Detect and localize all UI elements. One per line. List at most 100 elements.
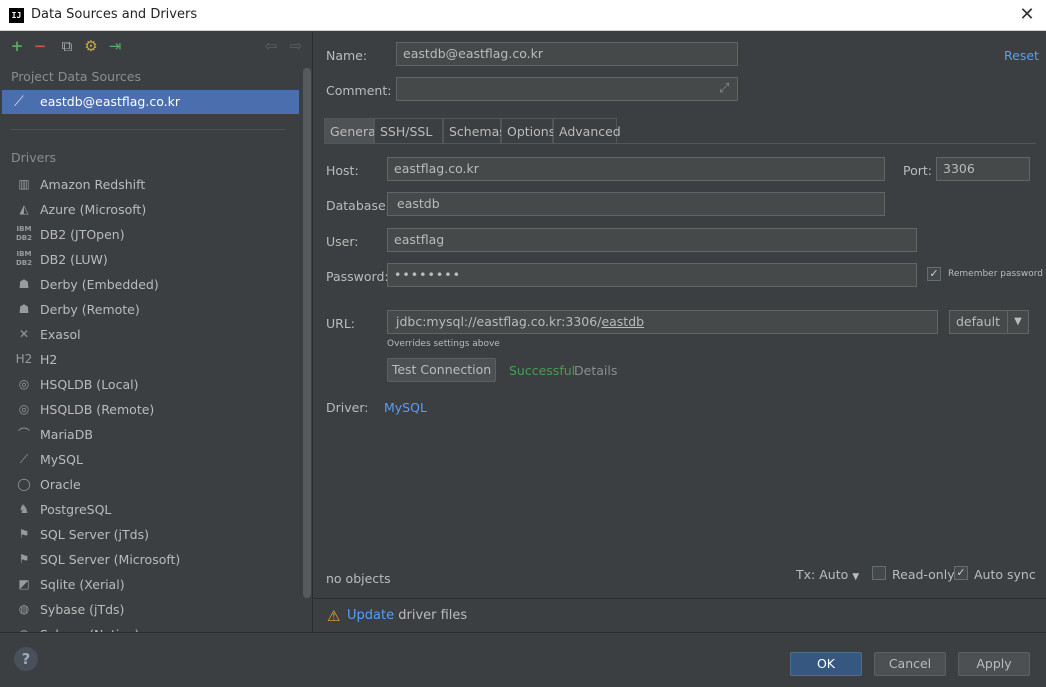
close-icon[interactable]: ✕	[1016, 4, 1038, 26]
url-mode-select[interactable]: default ▼	[949, 310, 1029, 334]
hsqldb-icon: ◎	[18, 402, 30, 416]
driver-item[interactable]: ⌒ MariaDB	[0, 422, 300, 447]
driver-label: Sybase (jTds)	[40, 602, 125, 617]
driver-item[interactable]: ⚑ SQL Server (Microsoft)	[0, 547, 300, 572]
driver-label: Amazon Redshift	[40, 177, 146, 192]
user-field[interactable]: eastflag	[387, 228, 917, 252]
host-field[interactable]: eastflag.co.kr	[387, 157, 885, 181]
driver-label: Driver:	[326, 400, 369, 415]
password-field[interactable]: ••••••••	[387, 263, 917, 287]
driver-label: Derby (Embedded)	[40, 277, 159, 292]
url-database: eastdb	[601, 314, 645, 329]
driver-label: PostgreSQL	[40, 502, 112, 517]
comment-label: Comment:	[326, 83, 392, 98]
dolphin-icon: ⟋	[14, 94, 24, 110]
driver-item[interactable]: ♞ PostgreSQL	[0, 497, 300, 522]
oracle-icon: ◯	[17, 477, 31, 491]
title-bar: IJ Data Sources and Drivers ✕	[0, 0, 1046, 31]
cancel-button[interactable]: Cancel	[874, 652, 946, 676]
back-arrow-icon[interactable]: ⇦	[262, 37, 280, 55]
tab-general[interactable]: General	[324, 118, 379, 144]
read-only-label: Read-only	[892, 567, 955, 582]
database-label: Database:	[326, 198, 390, 213]
forward-arrow-icon[interactable]: ⇨	[287, 37, 305, 55]
driver-label: MySQL	[40, 452, 83, 467]
mariadb-seal-icon: ⌒	[17, 427, 30, 441]
url-label: URL:	[326, 316, 356, 331]
driver-label: MariaDB	[40, 427, 93, 442]
help-icon[interactable]: ?	[14, 647, 38, 671]
tab-ssh-ssl[interactable]: SSH/SSL	[374, 118, 443, 144]
driver-item[interactable]: ☗ Derby (Embedded)	[0, 272, 300, 297]
driver-item[interactable]: ◎ HSQLDB (Remote)	[0, 397, 300, 422]
divider	[11, 129, 285, 130]
expand-icon[interactable]: ⤢	[719, 81, 729, 96]
read-only-checkbox[interactable]	[872, 566, 886, 580]
apply-button[interactable]: Apply	[958, 652, 1030, 676]
scrollbar[interactable]	[303, 68, 311, 598]
db2-icon: IBM DB2	[15, 225, 33, 242]
sybase-icon: ◍	[15, 625, 33, 632]
driver-item[interactable]: H2 H2	[0, 347, 300, 372]
warning-icon: ⚠	[327, 607, 341, 625]
driver-label: SQL Server (Microsoft)	[40, 552, 181, 567]
driver-label: H2	[40, 352, 58, 367]
tab-options[interactable]: Options	[501, 118, 555, 144]
driver-item[interactable]: ✕ Exasol	[0, 322, 300, 347]
remember-password-label: Remember password	[948, 269, 1043, 279]
driver-item[interactable]: ⟋ MySQL	[0, 447, 300, 472]
auto-sync-checkbox[interactable]: ✓	[954, 566, 968, 580]
chevron-down-icon: ▼	[1007, 311, 1028, 333]
tx-mode-label: Tx: Auto	[796, 567, 849, 582]
driver-item[interactable]: ◯ Oracle	[0, 472, 300, 497]
objects-status: no objects	[326, 571, 391, 586]
driver-item[interactable]: IBM DB2 DB2 (LUW)	[0, 247, 300, 272]
comment-field[interactable]	[396, 77, 738, 101]
db2-icon: IBM DB2	[15, 250, 33, 267]
auto-sync-label: Auto sync	[974, 567, 1036, 582]
name-field[interactable]: eastdb@eastflag.co.kr	[396, 42, 738, 66]
test-connection-button[interactable]: Test Connection	[387, 358, 496, 382]
general-tab-content: Host: eastflag.co.kr Port: 3306 Database…	[314, 144, 1046, 564]
tx-mode-dropdown[interactable]: Tx: Auto ▼	[796, 567, 859, 582]
duplicate-icon[interactable]: ⧉	[58, 37, 76, 55]
left-panel: + − ⧉ ⚙ ⇥ ⇦ ⇨ Project Data Sources ⟋ eas…	[0, 32, 313, 632]
driver-link[interactable]: MySQL	[384, 400, 427, 415]
driver-item[interactable]: ▥ Amazon Redshift	[0, 172, 300, 197]
right-panel: Name: eastdb@eastflag.co.kr Reset Commen…	[314, 32, 1046, 632]
details-link[interactable]: Details	[574, 363, 617, 378]
import-icon[interactable]: ⇥	[106, 37, 124, 55]
driver-label: DB2 (JTOpen)	[40, 227, 125, 242]
driver-item[interactable]: ◍Sybase (Native)	[0, 622, 300, 632]
url-mode-value: default	[956, 314, 1000, 329]
tab-schemas[interactable]: Schemas	[443, 118, 506, 144]
left-toolbar: + − ⧉ ⚙ ⇥ ⇦ ⇨	[0, 32, 313, 62]
driver-item[interactable]: ◭ Azure (Microsoft)	[0, 197, 300, 222]
driver-label: Exasol	[40, 327, 81, 342]
driver-item[interactable]: ◎ HSQLDB (Local)	[0, 372, 300, 397]
driver-item[interactable]: IBM DB2 DB2 (JTOpen)	[0, 222, 300, 247]
driver-item[interactable]: ☗ Derby (Remote)	[0, 297, 300, 322]
project-data-sources-heading: Project Data Sources	[11, 69, 142, 84]
intellij-app-icon: IJ	[9, 8, 24, 23]
azure-icon: ◭	[19, 202, 29, 216]
reset-link[interactable]: Reset	[1004, 48, 1039, 63]
sybase-icon: ◍	[18, 602, 30, 616]
driver-settings-icon[interactable]: ⚙	[82, 37, 100, 55]
driver-item[interactable]: ◍ Sybase (jTds)	[0, 597, 300, 622]
driver-item[interactable]: ⚑ SQL Server (jTds)	[0, 522, 300, 547]
tab-advanced[interactable]: Advanced	[553, 118, 621, 144]
url-hint: Overrides settings above	[387, 339, 500, 349]
data-source-item[interactable]: ⟋ eastdb@eastflag.co.kr	[2, 90, 299, 114]
remember-password-checkbox[interactable]: ✓	[927, 267, 941, 281]
database-field[interactable]: eastdb	[387, 192, 885, 216]
update-driver-notice: Update driver files	[347, 608, 467, 623]
add-icon[interactable]: +	[8, 37, 26, 55]
ok-button[interactable]: OK	[790, 652, 862, 676]
derby-hat-icon: ☗	[18, 302, 30, 316]
url-field[interactable]: jdbc:mysql://eastflag.co.kr:3306/eastdb	[387, 310, 938, 334]
remove-icon[interactable]: −	[31, 37, 49, 55]
driver-item[interactable]: ◩ Sqlite (Xerial)	[0, 572, 300, 597]
update-link[interactable]: Update	[347, 608, 394, 623]
port-field[interactable]: 3306	[936, 157, 1030, 181]
